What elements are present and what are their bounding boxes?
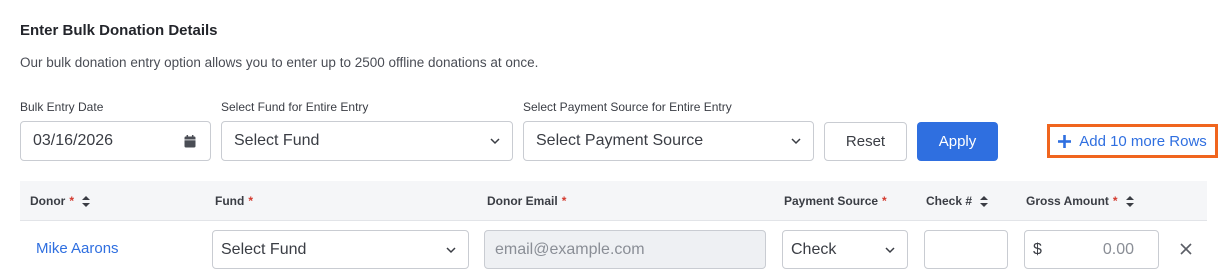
chevron-down-icon	[446, 246, 456, 253]
bulk-fund-select-value: Select Fund	[234, 132, 320, 149]
column-header-payment-source: Payment Source *	[784, 194, 887, 208]
sort-icon[interactable]	[1125, 195, 1134, 207]
bulk-payment-select-value: Select Payment Source	[536, 132, 704, 149]
currency-symbol: $	[1033, 240, 1042, 258]
row-fund-value: Select Fund	[221, 240, 307, 258]
reset-button[interactable]: Reset	[824, 122, 907, 161]
column-header-fund: Fund *	[215, 194, 253, 208]
row-fund-select[interactable]: Select Fund	[212, 230, 469, 269]
sort-icon[interactable]	[980, 195, 989, 207]
row-gross-amount-input[interactable]: $ 0.00	[1024, 230, 1159, 269]
close-icon[interactable]	[1178, 241, 1194, 257]
page-subtitle: Our bulk donation entry option allows yo…	[20, 55, 539, 70]
calendar-icon[interactable]	[184, 134, 196, 148]
add-rows-button[interactable]: Add 10 more Rows	[1047, 124, 1218, 158]
bulk-entry-date-label: Bulk Entry Date	[20, 100, 104, 114]
chevron-down-icon	[490, 138, 500, 145]
add-rows-label: Add 10 more Rows	[1079, 132, 1207, 150]
page-title: Enter Bulk Donation Details	[20, 22, 218, 39]
column-header-donor-email: Donor Email *	[487, 194, 567, 208]
chevron-down-icon	[791, 138, 801, 145]
plus-icon	[1058, 134, 1072, 148]
bulk-fund-select[interactable]: Select Fund	[221, 121, 513, 161]
column-header-donor[interactable]: Donor *	[30, 194, 90, 208]
row-payment-value: Check	[791, 240, 837, 258]
bulk-payment-select[interactable]: Select Payment Source	[523, 121, 814, 161]
bulk-payment-label: Select Payment Source for Entire Entry	[523, 100, 732, 114]
row-email-input[interactable]: email@example.com	[484, 230, 766, 269]
bulk-fund-label: Select Fund for Entire Entry	[221, 100, 369, 114]
donor-link[interactable]: Mike Aarons	[36, 240, 119, 257]
row-check-number-input[interactable]	[924, 230, 1008, 269]
apply-button[interactable]: Apply	[917, 122, 998, 161]
column-header-check-number[interactable]: Check #	[926, 194, 989, 208]
bulk-entry-date-input[interactable]: 03/16/2026	[20, 121, 211, 161]
table-header: Donor * Fund * Donor Email * Payment Sou…	[20, 181, 1207, 221]
bulk-entry-date-value: 03/16/2026	[33, 132, 114, 149]
column-header-gross-amount[interactable]: Gross Amount *	[1026, 194, 1134, 208]
row-payment-select[interactable]: Check	[782, 230, 908, 269]
row-email-placeholder: email@example.com	[495, 240, 645, 258]
sort-icon[interactable]	[82, 195, 90, 207]
chevron-down-icon	[885, 246, 895, 253]
row-gross-amount-placeholder: 0.00	[1102, 240, 1134, 258]
